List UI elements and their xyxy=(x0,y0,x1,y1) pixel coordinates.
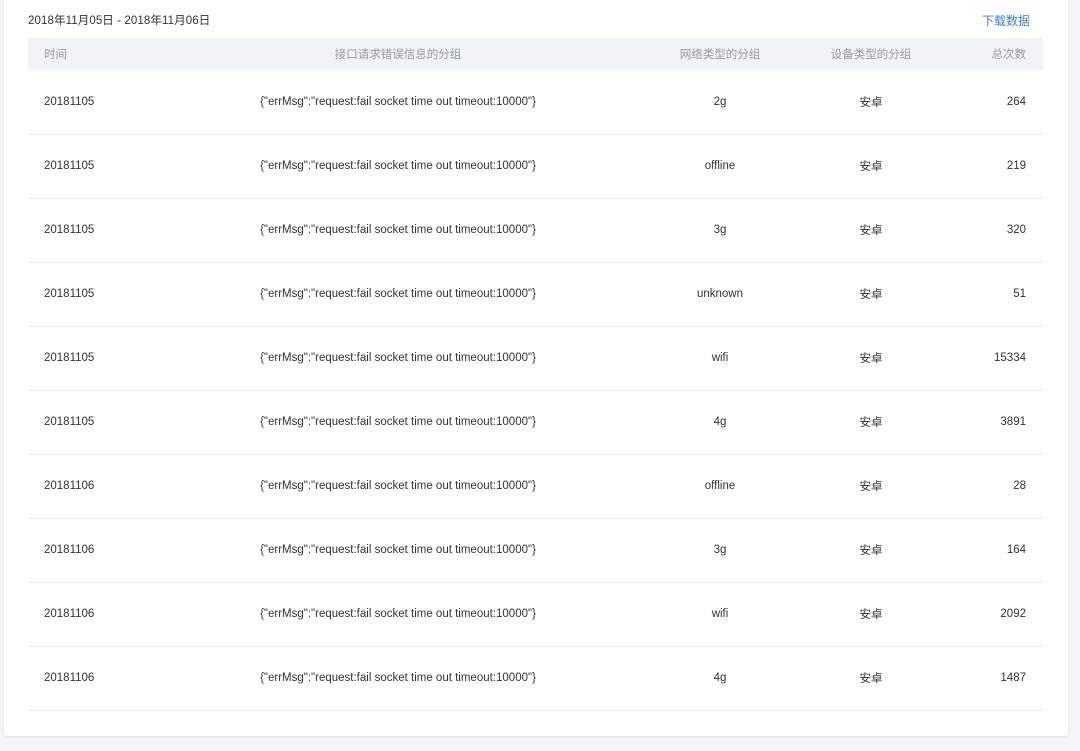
table-row: 20181105 {"errMsg":"request:fail socket … xyxy=(28,326,1043,390)
cell-time: 20181106 xyxy=(44,480,95,492)
cell-error-message: {"errMsg":"request:fail socket time out … xyxy=(260,160,536,172)
table-row: 20181106 {"errMsg":"request:fail socket … xyxy=(28,518,1043,582)
table-row: 20181105 {"errMsg":"request:fail socket … xyxy=(28,262,1043,326)
cell-error-message: {"errMsg":"request:fail socket time out … xyxy=(260,480,536,492)
cell-device-type: 安卓 xyxy=(859,96,883,109)
cell-total-count: 15334 xyxy=(994,352,1026,364)
table-header-row: 时间 接口请求错误信息的分组 网络类型的分组 设备类型的分组 总次数 xyxy=(28,38,1043,70)
cell-error-message: {"errMsg":"request:fail socket time out … xyxy=(260,608,536,620)
cell-network-type: offline xyxy=(704,160,736,172)
cell-time: 20181106 xyxy=(44,672,95,684)
cell-network-type: 3g xyxy=(713,544,727,556)
column-header-device-group[interactable]: 设备类型的分组 xyxy=(796,38,946,70)
table-row: 20181105 {"errMsg":"request:fail socket … xyxy=(28,134,1043,198)
cell-network-type: 3g xyxy=(713,224,727,236)
cell-device-type: 安卓 xyxy=(859,353,883,365)
cell-error-message: {"errMsg":"request:fail socket time out … xyxy=(260,224,536,236)
column-header-total-count[interactable]: 总次数 xyxy=(946,38,1043,70)
cell-total-count: 51 xyxy=(1013,288,1026,300)
table-row: 20181105 {"errMsg":"request:fail socket … xyxy=(28,70,1043,134)
cell-total-count: 3891 xyxy=(1000,416,1026,428)
cell-device-type: 安卓 xyxy=(859,673,883,685)
cell-device-type: 安卓 xyxy=(859,609,883,621)
report-card: 2018年11月05日 - 2018年11月06日 下载数据 时间 接口请求错误… xyxy=(4,0,1068,736)
cell-time: 20181105 xyxy=(44,160,95,172)
cell-total-count: 264 xyxy=(1006,95,1026,108)
cell-error-message: {"errMsg":"request:fail socket time out … xyxy=(260,95,536,108)
table-row: 20181105 {"errMsg":"request:fail socket … xyxy=(28,390,1043,454)
cell-device-type: 安卓 xyxy=(859,481,883,493)
cell-total-count: 219 xyxy=(1006,160,1026,172)
cell-device-type: 安卓 xyxy=(859,161,883,173)
table-row: 20181106 {"errMsg":"request:fail socket … xyxy=(28,582,1043,646)
cell-error-message: {"errMsg":"request:fail socket time out … xyxy=(260,544,536,556)
cell-device-type: 安卓 xyxy=(859,417,883,429)
cell-device-type: 安卓 xyxy=(859,289,883,301)
cell-time: 20181105 xyxy=(44,352,95,364)
date-range-label: 2018年11月05日 - 2018年11月06日 xyxy=(28,15,211,27)
table-row: 20181106 {"errMsg":"request:fail socket … xyxy=(28,454,1043,518)
cell-error-message: {"errMsg":"request:fail socket time out … xyxy=(260,672,536,684)
cell-network-type: offline xyxy=(704,480,736,492)
cell-error-message: {"errMsg":"request:fail socket time out … xyxy=(260,352,536,364)
cell-device-type: 安卓 xyxy=(859,545,883,557)
cell-error-message: {"errMsg":"request:fail socket time out … xyxy=(260,416,536,428)
cell-network-type: 2g xyxy=(713,95,727,108)
cell-time: 20181106 xyxy=(44,544,95,556)
cell-error-message: {"errMsg":"request:fail socket time out … xyxy=(260,288,536,300)
table-row: 20181106 {"errMsg":"request:fail socket … xyxy=(28,646,1043,710)
column-header-error-group[interactable]: 接口请求错误信息的分组 xyxy=(152,38,644,70)
cell-total-count: 2092 xyxy=(1000,608,1026,620)
cell-network-type: 4g xyxy=(713,416,727,428)
column-header-network-group[interactable]: 网络类型的分组 xyxy=(644,38,796,70)
download-data-link[interactable]: 下载数据 xyxy=(982,12,1030,29)
report-toolbar: 2018年11月05日 - 2018年11月06日 下载数据 xyxy=(4,0,1068,38)
cell-total-count: 164 xyxy=(1006,544,1026,556)
cell-network-type: wifi xyxy=(711,608,729,620)
cell-total-count: 320 xyxy=(1006,224,1026,236)
cell-time: 20181105 xyxy=(44,416,95,428)
error-stats-table: 时间 接口请求错误信息的分组 网络类型的分组 设备类型的分组 总次数 20181… xyxy=(28,38,1043,711)
cell-time: 20181105 xyxy=(44,288,95,300)
cell-time: 20181106 xyxy=(44,608,95,620)
cell-network-type: 4g xyxy=(713,672,727,684)
cell-time: 20181105 xyxy=(44,224,95,236)
cell-network-type: wifi xyxy=(711,352,729,364)
column-header-time[interactable]: 时间 xyxy=(28,38,152,70)
cell-time: 20181105 xyxy=(44,95,95,108)
cell-network-type: unknown xyxy=(696,288,744,300)
table-row: 20181105 {"errMsg":"request:fail socket … xyxy=(28,198,1043,262)
cell-total-count: 28 xyxy=(1013,480,1026,492)
cell-device-type: 安卓 xyxy=(859,225,883,237)
cell-total-count: 1487 xyxy=(1000,672,1026,684)
